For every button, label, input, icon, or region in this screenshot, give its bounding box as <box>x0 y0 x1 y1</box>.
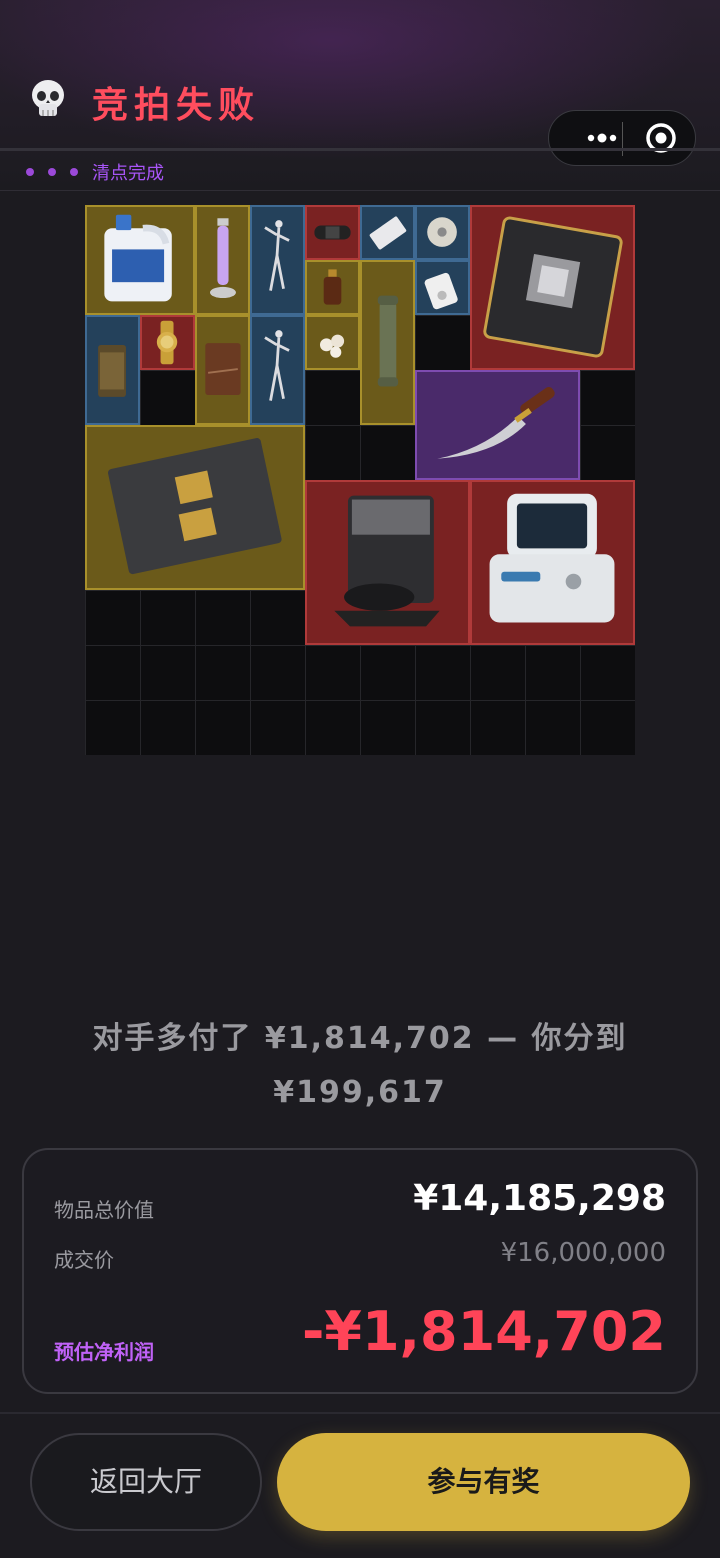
net-profit-label: 预估净利润 <box>54 1340 154 1364</box>
progress-dot <box>48 168 56 176</box>
item-disc[interactable] <box>415 205 470 260</box>
item-medical-monitor[interactable] <box>470 480 635 645</box>
item-detergent-jug[interactable] <box>85 205 195 315</box>
back-to-lobby-button[interactable]: 返回大厅 <box>30 1433 262 1531</box>
item-mp3-player[interactable] <box>415 260 470 315</box>
bottom-divider <box>0 1412 720 1414</box>
page-title: 竞拍失败 <box>92 85 261 126</box>
item-dancer-figurine[interactable] <box>250 205 305 315</box>
mini-program-capsule <box>548 110 696 166</box>
item-chip-card[interactable] <box>360 205 415 260</box>
status-divider <box>0 190 720 191</box>
more-icon[interactable] <box>567 111 637 165</box>
item-dancer-figurine-2[interactable] <box>250 315 305 425</box>
header-divider <box>0 148 720 151</box>
result-message-line2: ¥199,617 <box>273 1075 447 1110</box>
item-server-motherboard[interactable] <box>85 425 305 590</box>
close-target-icon[interactable] <box>641 111 687 165</box>
item-gpu-board[interactable] <box>470 205 635 370</box>
inventory-grid <box>85 205 635 755</box>
item-leather-journal[interactable] <box>195 315 250 425</box>
total-value-label: 物品总价值 <box>54 1198 154 1222</box>
status-label: 清点完成 <box>92 163 164 184</box>
item-ammo-box[interactable] <box>85 315 140 425</box>
progress-dot <box>70 168 78 176</box>
progress-dot <box>26 168 34 176</box>
item-perfume-bottle[interactable] <box>305 260 360 315</box>
item-binoculars-tube[interactable] <box>360 260 415 425</box>
result-message-line1: 对手多付了 ¥1,814,702 — 你分到 <box>92 1021 628 1056</box>
item-uv-lamp[interactable] <box>195 205 250 315</box>
summary-card: 物品总价值 ¥14,185,298 成交价 ¥16,000,000 预估净利润 … <box>22 1148 698 1394</box>
item-gold-watch[interactable] <box>140 315 195 370</box>
item-pearls[interactable] <box>305 315 360 370</box>
result-message: 对手多付了 ¥1,814,702 — 你分到 ¥199,617 <box>60 1012 660 1120</box>
item-robot-vacuum-dock[interactable] <box>305 480 470 645</box>
deal-price-amount: ¥16,000,000 <box>500 1238 666 1268</box>
item-hunting-knife[interactable] <box>415 370 580 480</box>
skull-icon <box>28 78 68 120</box>
join-reward-button[interactable]: 参与有奖 <box>277 1433 690 1531</box>
item-smart-band[interactable] <box>305 205 360 260</box>
deal-price-label: 成交价 <box>54 1248 114 1272</box>
net-profit-amount: -¥1,814,702 <box>301 1300 666 1363</box>
total-value-amount: ¥14,185,298 <box>413 1178 666 1219</box>
